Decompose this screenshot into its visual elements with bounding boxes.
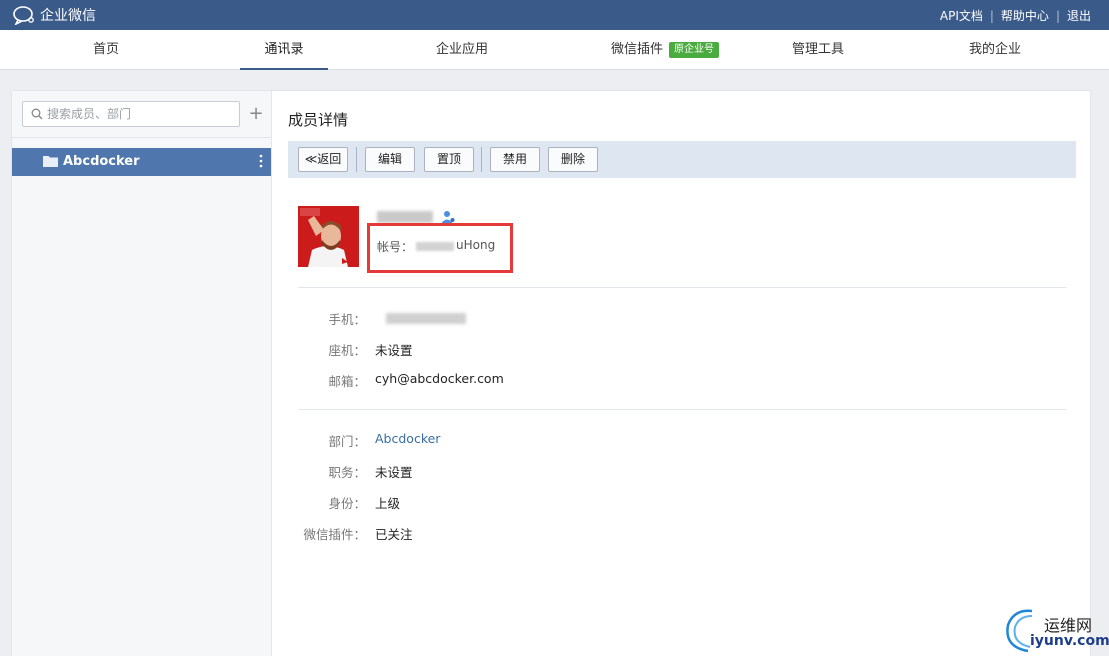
account-redacted <box>416 242 454 251</box>
identity-row: 身份： 上级 <box>298 493 798 513</box>
member-detail-panel: 成员详情 ≪返回 编辑 置顶 禁用 删除 帐号： uHong 手机： 座机： 未… <box>273 91 1090 656</box>
detail-toolbar: ≪返回 编辑 置顶 禁用 删除 <box>288 141 1076 178</box>
phone-label: 手机： <box>328 312 366 327</box>
toolbar-divider <box>481 147 482 172</box>
user-type-icon <box>441 211 455 223</box>
department-item[interactable]: Abcdocker <box>12 148 271 176</box>
position-row: 职务： 未设置 <box>298 462 798 482</box>
landline-label: 座机： <box>328 343 366 358</box>
nav-home[interactable]: 首页 <box>66 30 146 70</box>
top-bar: 企业微信 API文档 | 帮助中心 | 退出 <box>0 0 1109 30</box>
phone-row: 手机： <box>298 309 798 329</box>
nav-contacts[interactable]: 通讯录 <box>240 30 328 70</box>
department-label: Abcdocker <box>63 154 140 169</box>
wechat-plugin-row: 微信插件： 已关注 <box>298 524 798 544</box>
search-icon <box>31 108 43 120</box>
main-card: + Abcdocker 成员详情 ≪返回 编辑 置顶 禁用 删除 <box>11 90 1091 656</box>
divider <box>12 137 271 138</box>
department-field-label: 部门： <box>328 434 366 449</box>
toolbar-divider <box>356 147 357 172</box>
position-label: 职务： <box>328 465 366 480</box>
account-label: 帐号： <box>377 240 414 254</box>
app-title: 企业微信 <box>40 8 96 24</box>
add-button[interactable]: + <box>246 101 266 127</box>
identity-value: 上级 <box>375 496 401 511</box>
disable-button[interactable]: 禁用 <box>490 147 540 172</box>
search-box[interactable] <box>22 101 240 127</box>
department-row: 部门： Abcdocker <box>298 431 798 451</box>
page-title: 成员详情 <box>288 111 349 129</box>
avatar <box>298 206 359 267</box>
department-link[interactable]: Abcdocker <box>375 431 440 446</box>
edit-button[interactable]: 编辑 <box>365 147 415 172</box>
nav-apps[interactable]: 企业应用 <box>420 30 504 70</box>
app-logo[interactable]: 企业微信 <box>12 5 96 25</box>
identity-label: 身份： <box>328 496 366 511</box>
email-value: cyh@abcdocker.com <box>375 371 504 386</box>
landline-row: 座机： 未设置 <box>298 340 798 360</box>
wechat-plugin-label: 微信插件： <box>303 527 366 542</box>
delete-button[interactable]: 删除 <box>548 147 598 172</box>
api-docs-link[interactable]: API文档 <box>940 7 983 24</box>
search-input[interactable] <box>47 105 237 123</box>
name-redacted <box>377 211 433 223</box>
back-button[interactable]: ≪返回 <box>298 147 348 172</box>
divider <box>298 409 1066 410</box>
pin-top-button[interactable]: 置顶 <box>424 147 474 172</box>
plugin-badge: 原企业号 <box>669 42 719 58</box>
divider: | <box>1055 8 1060 23</box>
email-row: 邮箱： cyh@abcdocker.com <box>298 371 798 391</box>
landline-value: 未设置 <box>375 343 413 358</box>
account-value: uHong <box>456 238 496 252</box>
divider: | <box>989 8 994 23</box>
position-value: 未设置 <box>375 465 413 480</box>
wechat-plugin-value: 已关注 <box>375 527 413 542</box>
wecom-logo-icon <box>13 6 34 25</box>
top-links: API文档 | 帮助中心 | 退出 <box>940 7 1091 24</box>
divider <box>298 287 1066 288</box>
help-center-link[interactable]: 帮助中心 <box>1001 7 1049 24</box>
logout-link[interactable]: 退出 <box>1067 7 1091 24</box>
phone-redacted <box>386 313 466 324</box>
email-label: 邮箱： <box>328 374 366 389</box>
more-options-icon[interactable] <box>259 153 263 169</box>
avatar-image <box>298 206 359 267</box>
department-sidebar: + Abcdocker <box>12 91 272 656</box>
watermark-en: iyunv.com <box>1030 633 1109 649</box>
main-nav: 首页 通讯录 企业应用 微信插件 原企业号 管理工具 我的企业 <box>0 30 1109 70</box>
nav-wechat-plugin[interactable]: 微信插件 原企业号 <box>600 30 730 70</box>
nav-admin-tools[interactable]: 管理工具 <box>776 30 860 70</box>
nav-my-company[interactable]: 我的企业 <box>953 30 1037 70</box>
folder-icon <box>43 156 58 167</box>
